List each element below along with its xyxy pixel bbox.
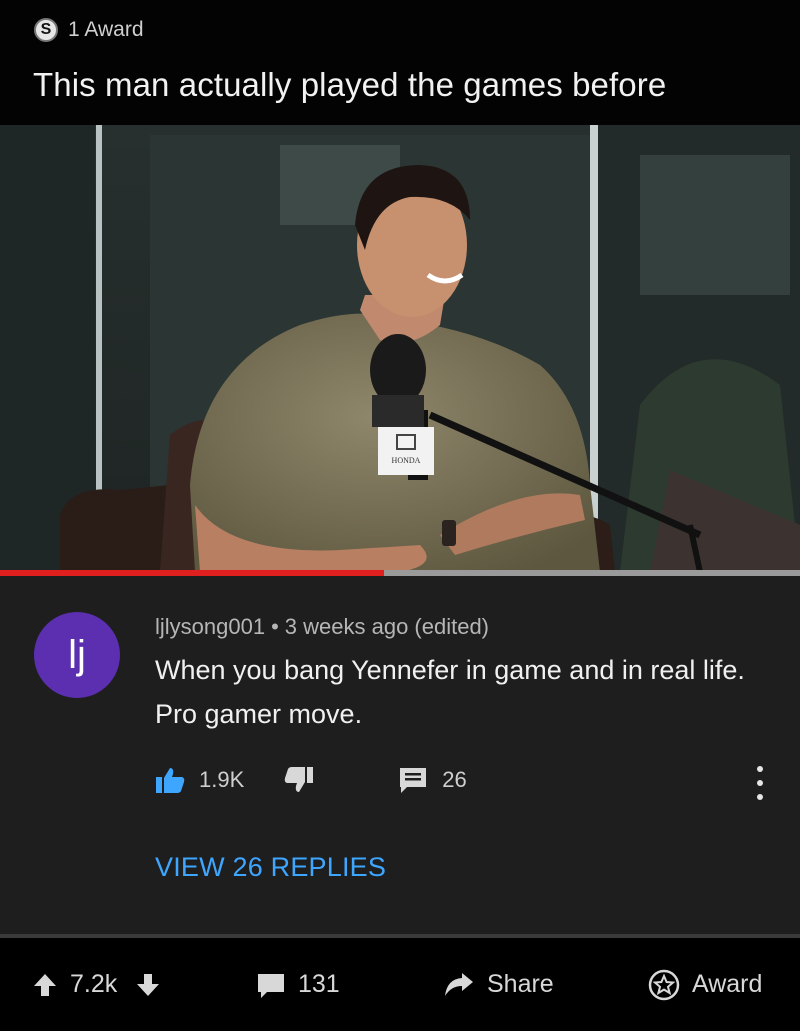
award-row[interactable]: S 1 Award [34, 18, 144, 42]
upvote-count: 7.2k [70, 970, 118, 998]
comment-count: 131 [298, 970, 340, 998]
upvote-arrow-icon[interactable] [32, 972, 58, 998]
thumbs-up-icon [156, 768, 185, 793]
mic-brand-label: HONDA [392, 456, 421, 465]
post-title: This man actually played the games befor… [33, 66, 667, 103]
award-star-icon [648, 969, 680, 1000]
comment-actions: 1.9K 26 [155, 762, 467, 798]
post-action-bar: 7.2k 131 Share Award [0, 938, 800, 1031]
award-badge-icon: S [34, 18, 58, 42]
more-dot [757, 794, 763, 800]
dislike-button[interactable] [284, 766, 328, 794]
thumbs-down-icon [285, 767, 314, 792]
top-comment: lj ljlysong001 • 3 weeks ago (edited) When… [0, 576, 800, 934]
award-count: 1 Award [68, 18, 144, 41]
comment-meta: ljlysong001 • 3 weeks ago (edited) [155, 614, 489, 640]
comment-bubble-icon [258, 973, 284, 998]
comment-username[interactable]: ljlysong001 [155, 614, 265, 639]
award-button[interactable]: Award [648, 938, 762, 1031]
award-label: Award [692, 970, 763, 998]
view-replies-link[interactable]: VIEW 26 REPLIES [155, 852, 386, 883]
share-label: Share [487, 970, 554, 998]
more-dot [757, 766, 763, 772]
vote-group: 7.2k [32, 938, 173, 1031]
share-arrow-icon [445, 972, 473, 996]
post-header: S 1 Award This man actually played the g… [0, 0, 800, 125]
comment-text: When you bang Yennefer in game and in re… [155, 655, 745, 729]
like-count: 1.9K [199, 767, 245, 792]
video-image: HONDA [0, 125, 800, 572]
video-frame[interactable]: HONDA [0, 125, 800, 572]
share-button[interactable]: Share [443, 938, 554, 1031]
downvote-arrow-icon[interactable] [135, 972, 161, 998]
like-button[interactable]: 1.9K [155, 766, 244, 794]
reply-button[interactable]: 26 [398, 766, 467, 794]
more-dot [757, 780, 763, 786]
avatar[interactable]: lj [34, 612, 120, 698]
comment-time: 3 weeks ago (edited) [284, 614, 490, 639]
reply-comment-icon [400, 768, 427, 793]
reply-count: 26 [442, 767, 467, 792]
comments-button[interactable]: 131 [256, 938, 340, 1031]
meta-separator: • [271, 614, 279, 639]
more-options-icon[interactable] [752, 766, 768, 800]
